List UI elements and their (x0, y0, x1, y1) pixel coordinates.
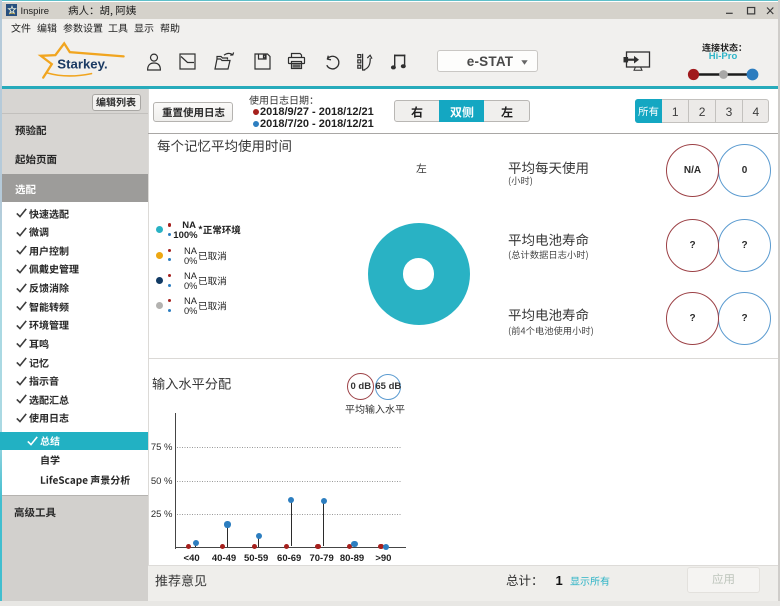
svg-text:Starkey.: Starkey. (57, 57, 107, 72)
